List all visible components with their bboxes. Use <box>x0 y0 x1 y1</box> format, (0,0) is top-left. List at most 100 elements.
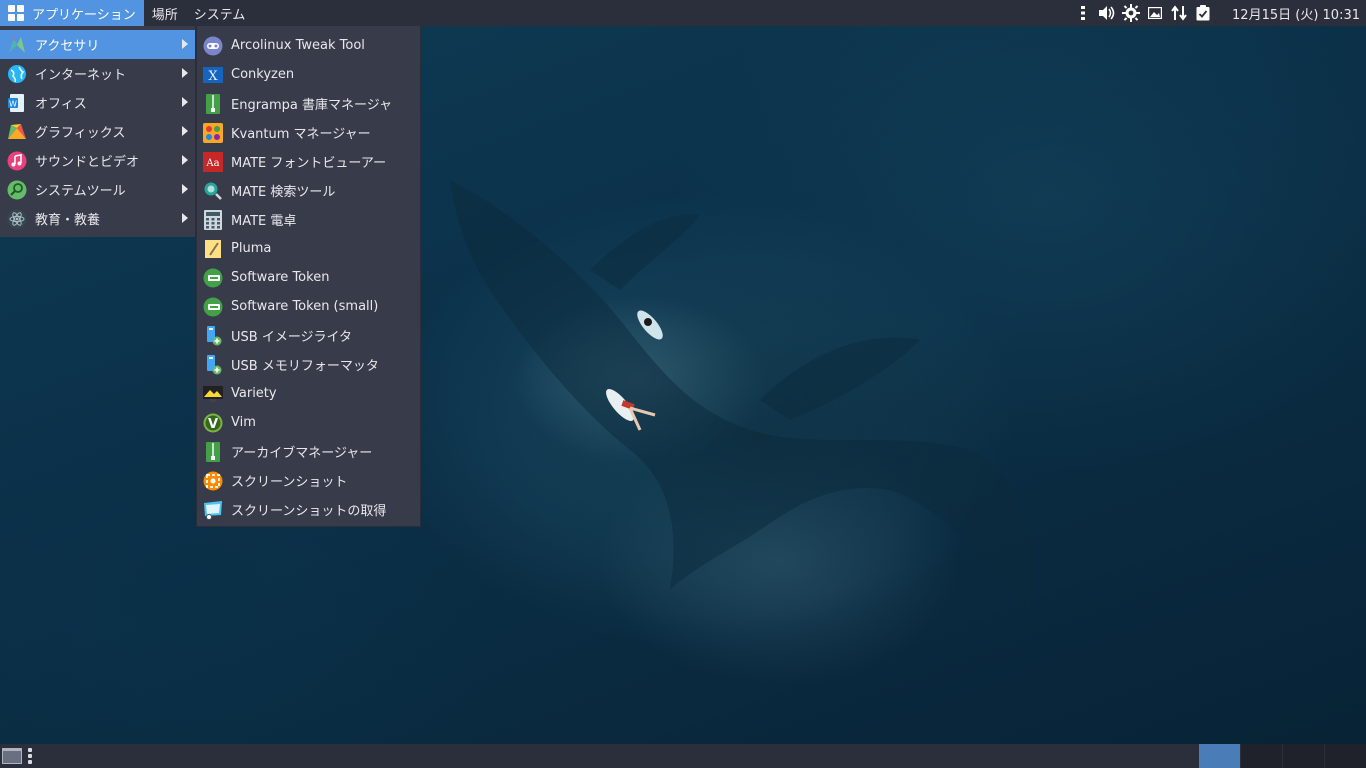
submenu-item-conkyzen[interactable]: X Conkyzen <box>197 60 420 89</box>
submenu-item-label: アーカイブマネージャー <box>231 446 373 461</box>
submenu-item-arcolinux-tweak-tool[interactable]: Arcolinux Tweak Tool <box>197 31 420 60</box>
submenu-arrow-icon <box>182 68 188 78</box>
submenu-item-label: USB イメージライタ <box>231 330 353 345</box>
submenu-arrow-icon <box>182 155 188 165</box>
screenshot-camera-icon <box>203 471 223 490</box>
office-document-icon: W <box>8 93 24 112</box>
network-transfer-icon[interactable] <box>1170 4 1188 22</box>
submenu-item-mate-font-viewer[interactable]: Aa MATE フォントビューアー <box>197 147 420 176</box>
submenu-item-label: Vim <box>231 415 256 430</box>
font-viewer-icon: Aa <box>203 151 223 172</box>
submenu-item-label: Software Token <box>231 270 330 285</box>
workspace-switcher <box>1198 744 1366 768</box>
submenu-item-software-token[interactable]: Software Token <box>197 263 420 292</box>
submenu-item-label: MATE 検索ツール <box>231 185 336 200</box>
submenu-item-label: Conkyzen <box>231 67 295 82</box>
submenu-item-vim[interactable]: V Vim <box>197 408 420 437</box>
menu-item-accessories[interactable]: アクセサリ <box>0 30 195 59</box>
submenu-item-label: MATE 電卓 <box>231 214 297 229</box>
workspace-2[interactable] <box>1240 744 1282 768</box>
submenu-arrow-icon <box>182 126 188 136</box>
submenu-arrow-icon <box>182 213 188 223</box>
menu-item-office[interactable]: W オフィス <box>0 88 195 117</box>
submenu-item-screenshot[interactable]: スクリーンショット <box>197 466 420 495</box>
menu-item-sound-video[interactable]: サウンドとビデオ <box>0 146 195 175</box>
conkyzen-icon: X <box>203 66 223 84</box>
show-desktop-icon[interactable] <box>2 748 22 764</box>
take-screenshot-icon <box>204 500 222 520</box>
submenu-item-usb-image-writer[interactable]: USB イメージライタ <box>197 321 420 350</box>
submenu-item-label: Engrampa 書庫マネージャ <box>231 98 393 113</box>
workspace-1[interactable] <box>1198 744 1240 768</box>
submenu-item-label: Kvantum マネージャー <box>231 127 371 142</box>
submenu-item-mate-search-tool[interactable]: MATE 検索ツール <box>197 176 420 205</box>
places-menu-label: 場所 <box>151 7 178 23</box>
submenu-item-pluma[interactable]: Pluma <box>197 234 420 263</box>
submenu-item-archive-manager[interactable]: アーカイブマネージャー <box>197 437 420 466</box>
submenu-item-label: Pluma <box>231 241 272 256</box>
svg-text:V: V <box>208 417 218 432</box>
settings-gear-icon[interactable] <box>1122 4 1141 22</box>
submenu-item-mate-calculator[interactable]: MATE 電卓 <box>197 205 420 234</box>
applications-menu[interactable]: アプリケーション <box>0 0 144 26</box>
submenu-item-label: Software Token (small) <box>231 299 379 314</box>
music-note-icon <box>7 151 27 170</box>
menu-item-label: インターネット <box>35 68 127 83</box>
submenu-arrow-icon <box>182 39 188 49</box>
menu-item-internet[interactable]: インターネット <box>0 59 195 88</box>
menu-item-label: サウンドとビデオ <box>35 155 140 170</box>
internet-globe-icon <box>8 64 26 83</box>
surfer-figure <box>606 389 656 431</box>
submenu-item-usb-formatter[interactable]: USB メモリフォーマッタ <box>197 350 420 379</box>
kvantum-palette-icon <box>203 122 223 143</box>
applications-category-menu: アクセサリ インターネット W オフィス グラフィックス サウンドとビデオ シス… <box>0 26 196 237</box>
places-menu[interactable]: 場所 <box>144 0 186 26</box>
software-token-icon <box>203 297 223 316</box>
applications-menu-label: アプリケーション <box>32 7 136 23</box>
accessories-icon <box>9 36 25 53</box>
submenu-item-label: MATE フォントビューアー <box>231 156 387 171</box>
system-menu-label: システム <box>193 7 246 23</box>
submenu-item-engrampa[interactable]: Engrampa 書庫マネージャ <box>197 89 420 118</box>
surfer-figure <box>637 310 663 340</box>
system-tray: 12月15日 (火) 10:31 <box>1074 0 1366 26</box>
menu-item-education[interactable]: 教育・教養 <box>0 204 195 233</box>
submenu-item-software-token-small[interactable]: Software Token (small) <box>197 292 420 321</box>
menu-item-label: システムツール <box>35 184 126 199</box>
variety-wallpaper-icon <box>203 385 223 402</box>
submenu-item-label: USB メモリフォーマッタ <box>231 359 379 374</box>
volume-icon[interactable] <box>1098 4 1116 22</box>
svg-text:Aa: Aa <box>205 158 219 169</box>
top-panel: アプリケーション 場所 システム 12月15日 (火) 10:31 <box>0 0 1366 26</box>
submenu-item-take-screenshot[interactable]: スクリーンショットの取得 <box>197 495 420 524</box>
clock[interactable]: 12月15日 (火) 10:31 <box>1232 4 1360 23</box>
software-token-icon <box>203 268 223 287</box>
submenu-item-label: Arcolinux Tweak Tool <box>231 38 365 53</box>
arcolinux-tweak-tool-icon <box>203 36 223 55</box>
atom-icon <box>7 209 27 228</box>
photo-icon[interactable] <box>1146 4 1164 22</box>
menu-item-label: グラフィックス <box>35 126 126 141</box>
panel-handle-icon[interactable] <box>28 748 32 764</box>
submenu-item-label: Variety <box>231 386 277 401</box>
archive-zipper-icon <box>206 93 220 114</box>
submenu-item-kvantum[interactable]: Kvantum マネージャー <box>197 118 420 147</box>
calculator-icon <box>204 209 222 230</box>
clipboard-check-icon[interactable] <box>1194 4 1212 22</box>
workspace-3[interactable] <box>1282 744 1324 768</box>
submenu-item-label: スクリーンショット <box>231 475 348 490</box>
usb-stick-icon <box>207 354 222 374</box>
submenu-item-variety[interactable]: Variety <box>197 379 420 408</box>
archive-zipper-icon <box>206 441 220 462</box>
vim-icon: V <box>203 413 223 432</box>
accessories-submenu: Arcolinux Tweak Tool X Conkyzen Engrampa… <box>196 26 421 527</box>
menu-item-system-tools[interactable]: システムツール <box>0 175 195 204</box>
menu-item-graphics[interactable]: グラフィックス <box>0 117 195 146</box>
graphics-icon <box>8 123 26 139</box>
submenu-arrow-icon <box>182 184 188 194</box>
system-menu[interactable]: システム <box>186 0 254 26</box>
workspace-4[interactable] <box>1324 744 1366 768</box>
system-tools-icon <box>7 180 27 199</box>
applications-grid-icon <box>8 5 24 21</box>
search-tool-icon <box>204 182 222 200</box>
